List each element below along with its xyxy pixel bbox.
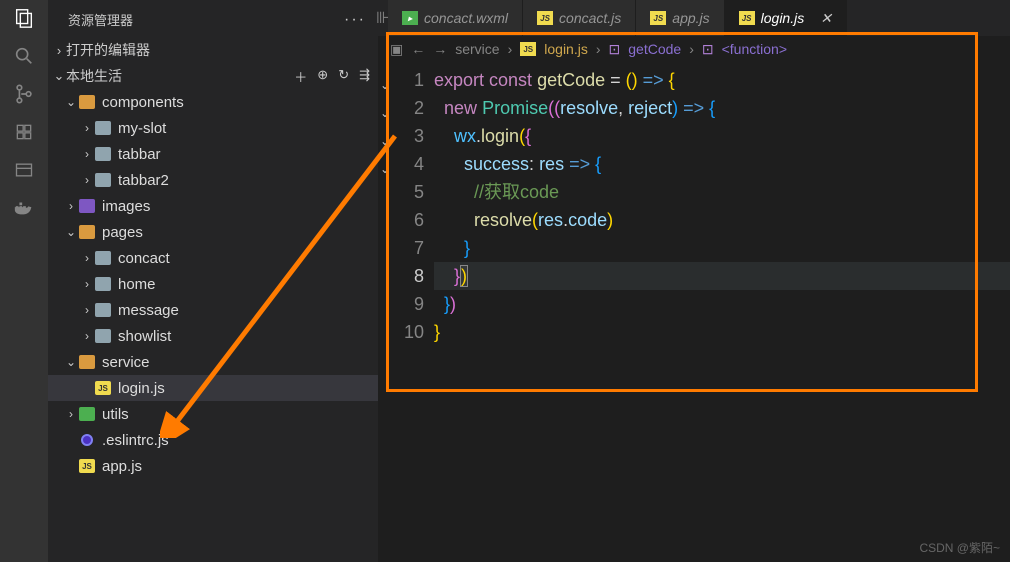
chevron-down-icon: ⌄ (52, 68, 66, 84)
tab-label: concact.js (559, 10, 621, 26)
breadcrumb-item[interactable]: service (455, 41, 499, 57)
tab-label: concact.wxml (424, 10, 508, 26)
search-icon[interactable] (12, 44, 36, 68)
tree-label: message (118, 302, 179, 319)
folder-message[interactable]: ›message (48, 297, 378, 323)
editor-area: ⊪ ▸concact.wxml JSconcact.js JSapp.js JS… (378, 0, 1010, 562)
tree-label: components (102, 94, 184, 111)
activity-icon-1[interactable] (12, 120, 36, 144)
open-editors-section[interactable]: › 打开的编辑器 (48, 37, 378, 63)
tree-label: service (102, 354, 150, 371)
section-label: 本地生活 (66, 66, 122, 86)
folder-tabbar2[interactable]: ›tabbar2 (48, 167, 378, 193)
workspace-section[interactable]: ⌄ 本地生活 ＋ ⊕ ↻ ⇶ (48, 63, 378, 89)
tab-login-js[interactable]: JSlogin.js✕ (725, 0, 847, 36)
folder-images[interactable]: ›images (48, 193, 378, 219)
tree-label: images (102, 198, 150, 215)
more-icon[interactable]: ··· (344, 11, 366, 29)
code-editor[interactable]: ⌄1 ⌄2 ⌄3 ⌄4 5 6 7 8 9 10 export const ge… (378, 62, 1010, 346)
folder-service[interactable]: ⌄service (48, 349, 378, 375)
close-icon[interactable]: ✕ (820, 10, 832, 27)
folder-components[interactable]: ⌄components (48, 89, 378, 115)
editor-tabs: ⊪ ▸concact.wxml JSconcact.js JSapp.js JS… (378, 0, 1010, 36)
file-eslintrc[interactable]: .eslintrc.js (48, 427, 378, 453)
explorer-icon[interactable] (12, 6, 36, 30)
tree-label: tabbar (118, 146, 161, 163)
file-login-js[interactable]: JSlogin.js (48, 375, 378, 401)
breadcrumb-item[interactable]: <function> (722, 41, 787, 57)
docker-icon[interactable] (12, 196, 36, 220)
collapse-icon[interactable]: ⇶ (359, 67, 370, 86)
file-tree: ⌄components ›my-slot ›tabbar ›tabbar2 ›i… (48, 89, 378, 562)
tree-label: concact (118, 250, 170, 267)
tree-label: pages (102, 224, 143, 241)
chevron-right-icon: › (52, 43, 66, 58)
back-icon[interactable]: ← (411, 41, 425, 57)
nav-icon[interactable]: ▣ (390, 41, 403, 58)
breadcrumb[interactable]: ▣ ← → service› JS login.js› ⊡ getCode› ⊡… (378, 36, 1010, 62)
tab-menu-icon[interactable]: ⊪ (378, 0, 388, 36)
tab-concact-js[interactable]: JSconcact.js (523, 0, 636, 36)
tree-label: login.js (118, 380, 165, 397)
tree-label: tabbar2 (118, 172, 169, 189)
new-file-icon[interactable]: ＋ (294, 67, 307, 86)
line-gutter: ⌄1 ⌄2 ⌄3 ⌄4 5 6 7 8 9 10 (378, 66, 434, 346)
folder-utils[interactable]: ›utils (48, 401, 378, 427)
folder-home[interactable]: ›home (48, 271, 378, 297)
folder-concact[interactable]: ›concact (48, 245, 378, 271)
tree-label: home (118, 276, 156, 293)
watermark: CSDN @紫陌~ (919, 539, 1000, 556)
tree-label: .eslintrc.js (102, 432, 169, 449)
new-folder-icon[interactable]: ⊕ (317, 67, 328, 86)
folder-pages[interactable]: ⌄pages (48, 219, 378, 245)
forward-icon[interactable]: → (433, 41, 447, 57)
tab-concact-wxml[interactable]: ▸concact.wxml (388, 0, 523, 36)
tab-label: login.js (761, 10, 805, 26)
tree-label: my-slot (118, 120, 166, 137)
folder-tabbar[interactable]: ›tabbar (48, 141, 378, 167)
file-app-js[interactable]: JSapp.js (48, 453, 378, 479)
activity-bar (0, 0, 48, 562)
folder-my-slot[interactable]: ›my-slot (48, 115, 378, 141)
source-control-icon[interactable] (12, 82, 36, 106)
tree-label: utils (102, 406, 129, 423)
refresh-icon[interactable]: ↻ (338, 67, 349, 86)
section-label: 打开的编辑器 (66, 40, 150, 60)
explorer-title: 资源管理器 (68, 10, 133, 29)
tab-label: app.js (672, 10, 709, 26)
breadcrumb-item[interactable]: login.js (544, 41, 588, 57)
activity-icon-2[interactable] (12, 158, 36, 182)
tree-label: showlist (118, 328, 171, 345)
code-body[interactable]: export const getCode = () => { new Promi… (434, 66, 1010, 346)
explorer-sidebar: 资源管理器 ··· › 打开的编辑器 ⌄ 本地生活 ＋ ⊕ ↻ ⇶ ⌄compo… (48, 0, 378, 562)
tree-label: app.js (102, 458, 142, 475)
breadcrumb-item[interactable]: getCode (628, 41, 681, 57)
tab-app-js[interactable]: JSapp.js (636, 0, 724, 36)
folder-showlist[interactable]: ›showlist (48, 323, 378, 349)
